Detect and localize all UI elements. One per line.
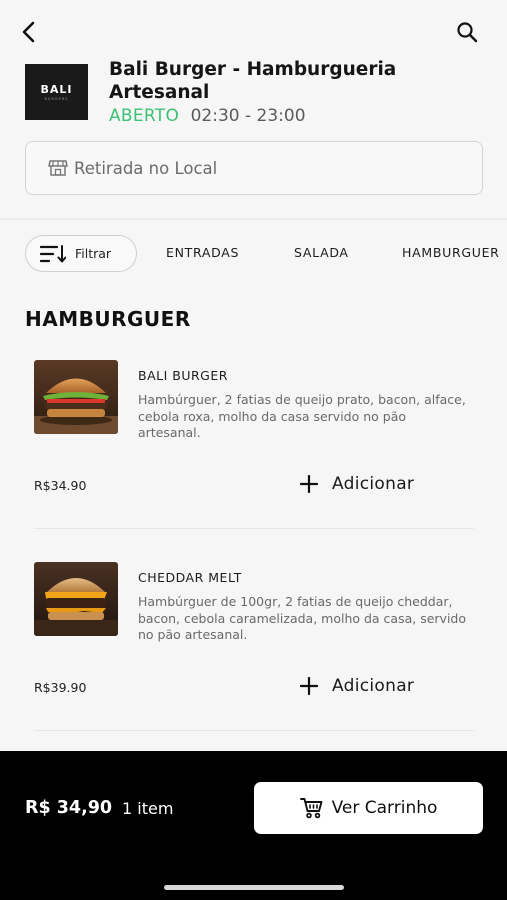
- add-label: Adicionar: [332, 474, 415, 494]
- sort-icon: [40, 244, 66, 262]
- add-button[interactable]: Adicionar: [300, 676, 414, 696]
- logo-text: BALI: [40, 83, 73, 96]
- product-price: R$34.90: [34, 478, 87, 493]
- store-logo: BALI BURGERS: [25, 64, 88, 120]
- tab-entradas[interactable]: ENTRADAS: [166, 245, 239, 260]
- plus-icon: [300, 677, 318, 695]
- store-header: BALI BURGERS Bali Burger - Hamburgueria …: [25, 56, 485, 128]
- filter-label: Filtrar: [75, 246, 112, 261]
- product-card[interactable]: CHEDDAR MELT Hambúrguer de 100gr, 2 fati…: [34, 562, 474, 732]
- product-description: Hambúrguer, 2 fatias de queijo prato, ba…: [138, 392, 466, 440]
- cart-bar: R$ 34,90 1 item Ver Carrinho: [0, 751, 507, 900]
- add-label: Adicionar: [332, 676, 415, 696]
- search-button[interactable]: [453, 18, 481, 46]
- product-name: CHEDDAR MELT: [138, 570, 242, 585]
- back-button[interactable]: [14, 18, 42, 46]
- status-badge: ABERTO: [109, 106, 180, 126]
- product-divider: [34, 528, 474, 529]
- opening-hours: 02:30 - 23:00: [190, 106, 306, 126]
- product-price: R$39.90: [34, 680, 87, 695]
- chevron-left-icon: [22, 21, 35, 43]
- header-divider: [0, 218, 507, 220]
- top-bar: [0, 0, 507, 60]
- logo-subtext: BURGERS: [44, 97, 69, 101]
- product-card[interactable]: BALI BURGER Hambúrguer, 2 fatias de quei…: [34, 360, 474, 530]
- product-description: Hambúrguer de 100gr, 2 fatias de queijo …: [138, 594, 466, 642]
- filter-button[interactable]: Filtrar: [25, 235, 137, 272]
- store-status: ABERTO 02:30 - 23:00: [109, 106, 306, 126]
- view-cart-label: Ver Carrinho: [331, 798, 438, 818]
- tab-salada[interactable]: SALADA: [294, 245, 349, 260]
- view-cart-button[interactable]: Ver Carrinho: [254, 782, 483, 834]
- cart-total: R$ 34,90: [25, 798, 113, 818]
- product-image: [34, 562, 118, 636]
- add-button[interactable]: Adicionar: [300, 474, 414, 494]
- product-image: [34, 360, 118, 434]
- store-name: Bali Burger - Hamburgueria Artesanal: [109, 59, 397, 103]
- cart-item-count: 1 item: [122, 799, 174, 818]
- plus-icon: [300, 475, 318, 493]
- search-icon: [457, 22, 478, 43]
- pickup-label: Retirada no Local: [74, 158, 218, 178]
- section-title: HAMBURGUER: [25, 307, 191, 331]
- product-divider: [34, 730, 474, 731]
- pickup-option[interactable]: Retirada no Local: [25, 141, 483, 195]
- store-icon: [48, 160, 68, 176]
- category-bar: Filtrar ENTRADAS SALADA HAMBURGUER: [0, 235, 507, 273]
- home-indicator[interactable]: [164, 885, 344, 890]
- tab-hamburguer[interactable]: HAMBURGUER: [402, 245, 500, 260]
- product-name: BALI BURGER: [138, 368, 228, 383]
- cart-icon: [299, 798, 323, 819]
